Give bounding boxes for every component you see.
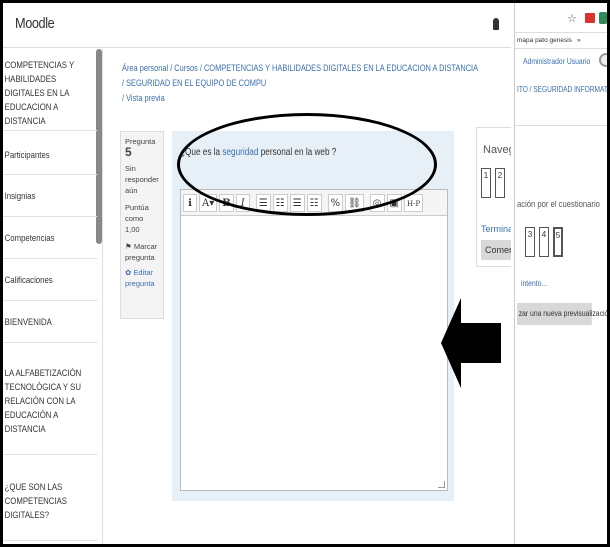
sidebar-item-insignias[interactable]: Insignias [3, 177, 98, 217]
right-browser-window: ☆ mapa pato genesis » Administrador Usua… [514, 3, 607, 544]
question-score: Puntúa como 1,00 [125, 203, 149, 234]
sidebar-item-competencias-digitales[interactable]: ¿QUE SON LAS COMPETENCIAS DIGITALES? [3, 481, 98, 541]
pdf-extension-icon[interactable] [585, 13, 595, 23]
finish-attempt-link[interactable]: Terminar intento... [481, 224, 511, 234]
arrow-left-annotation-icon [441, 298, 501, 388]
sidebar-item-bienvenida[interactable]: BIENVENIDA [3, 303, 98, 343]
divider [515, 125, 607, 126]
course-sidebar: Competencias y habilidades digitales en … [3, 49, 103, 544]
bookmarks-overflow[interactable]: » [577, 33, 581, 49]
right-quiz-nav-button-5[interactable]: 5 [553, 227, 563, 257]
right-quiz-nav-button-4[interactable]: 4 [539, 227, 549, 257]
sidebar-item-alfabetizacion[interactable]: LA ALFABETIZACIÓN TECNOLÓGICA Y SU RELAC… [3, 367, 98, 455]
answer-editor[interactable]: ℹ A▾ B I ☰ ☷ ☰ ☷ % ⛓ ◎ ▣ H-P [180, 189, 448, 491]
edit-question-link[interactable]: ✿ Editar pregunta [125, 267, 159, 289]
shield-extension-icon[interactable] [599, 12, 607, 24]
right-quiz-nav-button-3[interactable]: 3 [525, 227, 535, 257]
question-number-value: 5 [125, 145, 132, 159]
question-info-box: Pregunta 5 Sin responder aún Puntúa como… [120, 131, 164, 319]
right-breadcrumb[interactable]: ITO / SEGURIDAD INFORMATICA [517, 85, 607, 94]
sidebar-item-competencias[interactable]: Competencias [3, 219, 98, 259]
flag-question-link[interactable]: ⚑ Marcar pregunta [125, 241, 159, 263]
toolbar-info-button[interactable]: ℹ [183, 194, 197, 212]
browser-toolbar: ☆ [515, 3, 607, 33]
flag-icon: ⚑ [125, 242, 132, 251]
highlight-oval-annotation [177, 113, 437, 216]
user-name: Administrador Usuario [523, 57, 591, 66]
sidebar-item-calificaciones[interactable]: Calificaciones [3, 261, 98, 301]
site-brand[interactable]: Moodle [15, 15, 55, 32]
bookmark-star-icon[interactable]: ☆ [567, 12, 577, 25]
quiz-nav-button-1[interactable]: 1 [481, 168, 491, 198]
breadcrumb-line-2[interactable]: / Vista previa [122, 91, 481, 106]
right-start-new-preview-button[interactable]: zar una nueva previsualización [517, 303, 607, 325]
breadcrumb-line-1[interactable]: Área personal / Cursos / COMPETENCIAS Y … [122, 61, 481, 91]
quiz-navigation-title: Navegación por el cuestionario [483, 144, 511, 156]
user-menu[interactable]: Administrador Usuario [523, 57, 590, 66]
question-number: Pregunta 5 [125, 136, 159, 159]
sidebar-item-participantes[interactable]: Participantes [3, 137, 98, 175]
bookmarks-bar: mapa pato genesis » [515, 33, 607, 49]
sidebar-item-course[interactable]: Competencias y habilidades digitales en … [3, 59, 98, 131]
screenshot-frame: Moodle Competencias y habilidades digita… [3, 3, 607, 544]
quiz-nav-button-2[interactable]: 2 [495, 168, 505, 198]
editor-resize-handle[interactable] [438, 481, 445, 488]
start-new-preview-button[interactable]: Comenzar una nueva previsualización [481, 240, 511, 260]
question-status: Sin responder aún [125, 164, 159, 195]
bookmark-item[interactable]: mapa pato genesis [517, 37, 572, 44]
quiz-navigation-block: Navegación por el cuestionario 1 2 Termi… [476, 127, 511, 267]
top-navbar: Moodle [3, 3, 511, 48]
right-quiz-navigation-title: ación por el cuestionario [517, 199, 600, 209]
avatar[interactable] [599, 53, 607, 67]
notification-bell-icon[interactable] [493, 18, 499, 30]
right-finish-attempt-link[interactable]: intento... [521, 279, 547, 288]
gear-icon: ✿ [125, 268, 132, 277]
breadcrumb: Área personal / Cursos / COMPETENCIAS Y … [122, 61, 481, 106]
